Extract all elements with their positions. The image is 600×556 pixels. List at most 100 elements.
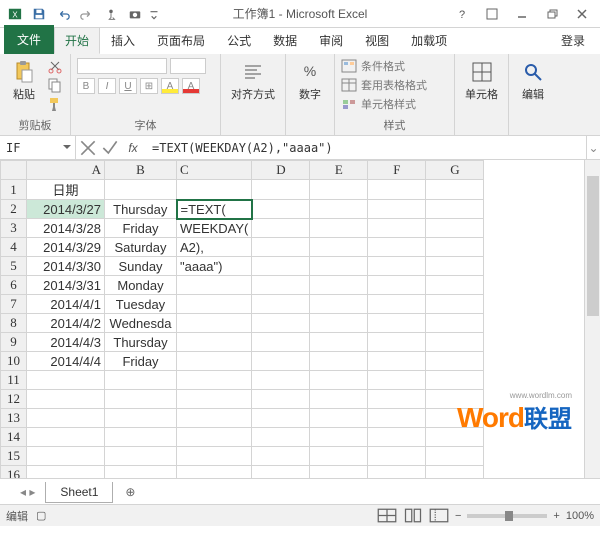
col-header-E[interactable]: E (310, 161, 368, 180)
sign-in-link[interactable]: 登录 (550, 27, 600, 54)
cell[interactable]: Friday (105, 352, 177, 371)
select-all-corner[interactable] (1, 161, 27, 180)
row-header[interactable]: 16 (1, 466, 27, 479)
cell[interactable]: 2014/3/29 (27, 238, 105, 257)
cell[interactable] (252, 428, 310, 447)
row-10[interactable]: 102014/4/4Friday (1, 352, 484, 371)
cell[interactable] (426, 409, 484, 428)
cell[interactable] (368, 238, 426, 257)
row-5[interactable]: 52014/3/30Sunday"aaaa") (1, 257, 484, 276)
cell[interactable]: A2), (177, 238, 252, 257)
row-header[interactable]: 1 (1, 180, 27, 200)
cell[interactable]: 2014/4/2 (27, 314, 105, 333)
cell[interactable] (310, 447, 368, 466)
row-9[interactable]: 92014/4/3Thursday (1, 333, 484, 352)
cell[interactable] (368, 428, 426, 447)
cell[interactable]: =TEXT( (177, 200, 252, 219)
cell[interactable] (368, 276, 426, 295)
cell[interactable] (310, 219, 368, 238)
cell[interactable] (426, 428, 484, 447)
cell[interactable] (177, 409, 252, 428)
cell[interactable] (310, 371, 368, 390)
minimize-icon[interactable] (508, 4, 536, 24)
formula-expand-icon[interactable]: ⌄ (586, 136, 600, 159)
cell[interactable] (177, 371, 252, 390)
row-header[interactable]: 2 (1, 200, 27, 219)
vertical-scrollbar[interactable] (584, 160, 600, 478)
cell[interactable] (426, 314, 484, 333)
page-break-view-icon[interactable] (429, 508, 449, 524)
copy-icon[interactable] (46, 77, 64, 93)
border-button[interactable]: ⊞ (140, 78, 158, 94)
row-header[interactable]: 15 (1, 447, 27, 466)
cell[interactable]: "aaaa") (177, 257, 252, 276)
cell[interactable] (177, 447, 252, 466)
cell[interactable] (252, 390, 310, 409)
cell[interactable] (177, 180, 252, 200)
cell[interactable] (177, 276, 252, 295)
normal-view-icon[interactable] (377, 508, 397, 524)
cell[interactable] (368, 257, 426, 276)
cell[interactable] (177, 295, 252, 314)
cell[interactable] (177, 428, 252, 447)
cell[interactable] (252, 371, 310, 390)
formula-bar[interactable]: =TEXT(WEEKDAY(A2),"aaaa") (146, 136, 586, 159)
cell[interactable] (310, 200, 368, 219)
cell[interactable] (426, 466, 484, 479)
row-14[interactable]: 14 (1, 428, 484, 447)
save-icon[interactable] (28, 3, 50, 25)
cell[interactable]: WEEKDAY( (177, 219, 252, 238)
cell[interactable] (368, 409, 426, 428)
cell[interactable] (252, 333, 310, 352)
cell[interactable] (252, 447, 310, 466)
macro-record-icon[interactable]: ▢ (36, 509, 46, 522)
col-header-B[interactable]: B (105, 161, 177, 180)
new-sheet-button[interactable]: ⊕ (119, 481, 141, 503)
cell[interactable] (426, 371, 484, 390)
cell[interactable]: Sunday (105, 257, 177, 276)
row-header[interactable]: 8 (1, 314, 27, 333)
close-icon[interactable] (568, 4, 596, 24)
name-box[interactable]: IF (0, 136, 76, 159)
row-header[interactable]: 6 (1, 276, 27, 295)
row-header[interactable]: 4 (1, 238, 27, 257)
zoom-in-icon[interactable]: + (553, 510, 559, 522)
cell[interactable] (177, 333, 252, 352)
zoom-slider[interactable] (467, 514, 547, 518)
cell[interactable] (426, 200, 484, 219)
col-header-D[interactable]: D (252, 161, 310, 180)
cell[interactable] (310, 333, 368, 352)
cell[interactable]: 日期 (27, 180, 105, 200)
cell[interactable] (252, 276, 310, 295)
alignment-button[interactable]: 对齐方式 (227, 58, 279, 104)
editing-button[interactable]: 编辑 (515, 58, 551, 104)
cell-style-button[interactable]: 单元格样式 (341, 96, 416, 112)
row-1[interactable]: 1日期 (1, 180, 484, 200)
tab-data[interactable]: 数据 (262, 27, 308, 54)
cell[interactable] (426, 352, 484, 371)
cell[interactable] (426, 276, 484, 295)
cell[interactable] (368, 466, 426, 479)
cell[interactable] (252, 352, 310, 371)
excel-icon[interactable]: X (4, 3, 26, 25)
cell[interactable] (310, 466, 368, 479)
table-format-button[interactable]: 套用表格格式 (341, 77, 427, 93)
cell[interactable] (27, 466, 105, 479)
row-16[interactable]: 16 (1, 466, 484, 479)
format-painter-icon[interactable] (46, 96, 64, 112)
row-header[interactable]: 7 (1, 295, 27, 314)
cell[interactable] (368, 180, 426, 200)
page-layout-view-icon[interactable] (403, 508, 423, 524)
row-header[interactable]: 13 (1, 409, 27, 428)
col-header-A[interactable]: A (27, 161, 105, 180)
cell[interactable] (368, 314, 426, 333)
cell[interactable] (426, 295, 484, 314)
tab-addins[interactable]: 加载项 (400, 27, 458, 54)
row-4[interactable]: 42014/3/29SaturdayA2), (1, 238, 484, 257)
paste-button[interactable]: 粘贴 (6, 58, 42, 104)
cell[interactable]: Tuesday (105, 295, 177, 314)
cell[interactable] (368, 371, 426, 390)
cell[interactable] (105, 371, 177, 390)
cell[interactable]: Saturday (105, 238, 177, 257)
row-3[interactable]: 32014/3/28FridayWEEKDAY( (1, 219, 484, 238)
